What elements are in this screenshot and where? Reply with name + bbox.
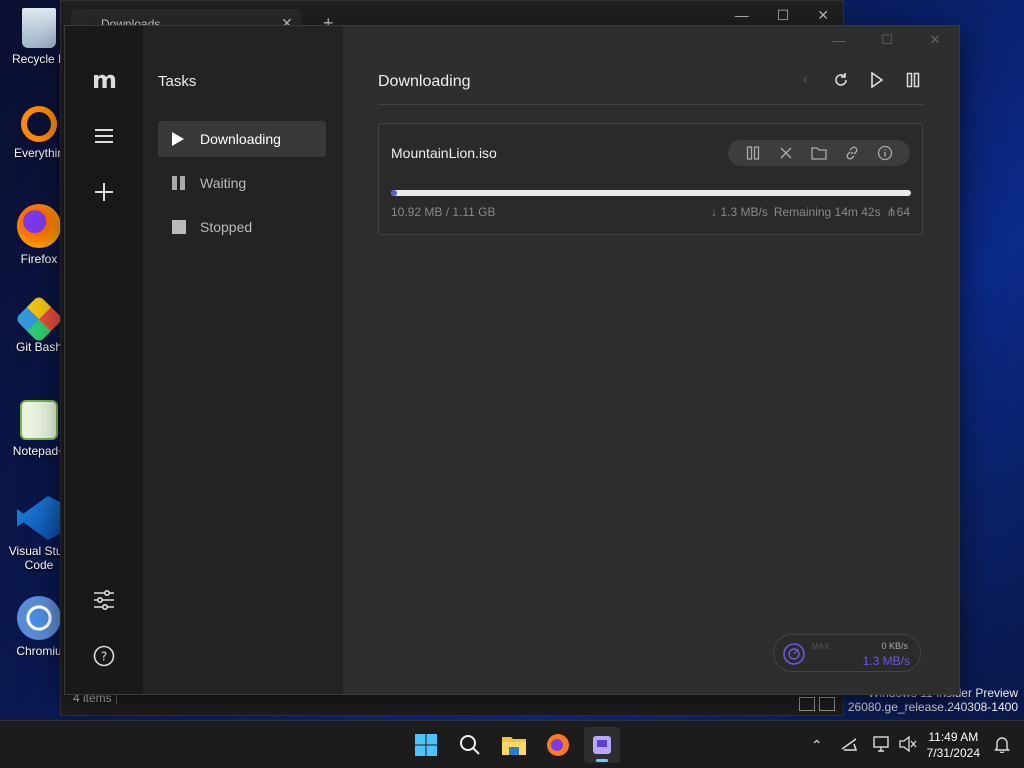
- sidebar-item-label: Waiting: [200, 175, 247, 191]
- sidebar-item-label: Downloading: [200, 131, 281, 147]
- view-toggle: [799, 697, 835, 711]
- tiles-view-icon[interactable]: [819, 697, 835, 711]
- play-icon: [172, 132, 186, 146]
- folder-icon[interactable]: [810, 144, 828, 162]
- preferences-icon[interactable]: [90, 586, 118, 614]
- menu-icon[interactable]: [90, 122, 118, 150]
- speed-meter[interactable]: MAX 0 KB/s 1.3 MB/s: [773, 634, 921, 672]
- chevron-left-icon[interactable]: ‹: [795, 70, 815, 90]
- pause-icon: [172, 176, 186, 190]
- taskbar-motrix[interactable]: [584, 727, 620, 763]
- task-item[interactable]: MountainLion.iso 10.92 MB / 1.11 GB ↓ 1.…: [378, 123, 923, 235]
- connections-icon: ⋔: [886, 205, 897, 219]
- maximize-icon[interactable]: ☐: [863, 26, 911, 54]
- chromium-icon: [17, 596, 61, 640]
- git-bash-icon: [14, 294, 64, 344]
- explorer-window-controls: — ☐ ✕: [735, 7, 829, 24]
- task-stats: ↓ 1.3 MB/s Remaining 14m 42s ⋔64: [711, 205, 910, 219]
- firefox-icon: [17, 204, 61, 248]
- tasks-sidebar: Tasks Downloading Waiting Stopped: [143, 26, 343, 694]
- sidebar-item-waiting[interactable]: Waiting: [158, 165, 326, 201]
- add-task-icon[interactable]: [90, 178, 118, 206]
- svg-text:?: ?: [101, 650, 107, 664]
- minimize-icon[interactable]: —: [735, 7, 749, 24]
- download-speed: ↓ 1.3 MB/s: [711, 205, 768, 219]
- taskbar: ⌃ 11:49 AM 7/31/2024: [0, 720, 1024, 768]
- link-icon[interactable]: [843, 144, 861, 162]
- monitor-icon[interactable]: [872, 735, 891, 755]
- stop-icon: [172, 220, 186, 234]
- motrix-window: m ? Tasks Downloading Waiting Stopped — …: [64, 25, 960, 695]
- maximize-icon[interactable]: ☐: [777, 7, 790, 24]
- speedometer-icon: [783, 643, 805, 665]
- sidebar-item-stopped[interactable]: Stopped: [158, 209, 326, 245]
- close-icon[interactable]: ✕: [911, 26, 959, 54]
- header-divider: [378, 104, 923, 105]
- minimize-icon[interactable]: —: [815, 26, 863, 54]
- motrix-logo-icon: m: [91, 66, 117, 94]
- everything-search-icon: [21, 106, 57, 142]
- task-size: 10.92 MB / 1.11 GB: [391, 205, 496, 219]
- speed-limit-label: MAX: [812, 642, 830, 651]
- task-toolbar: ‹: [795, 70, 923, 90]
- task-name: MountainLion.iso: [391, 145, 497, 161]
- resume-all-icon[interactable]: [867, 70, 887, 90]
- sidebar-title: Tasks: [158, 73, 197, 90]
- connections-value: 64: [896, 205, 910, 219]
- help-icon[interactable]: ?: [90, 642, 118, 670]
- system-clock[interactable]: 11:49 AM 7/31/2024: [927, 729, 980, 761]
- delete-task-icon[interactable]: [777, 144, 795, 162]
- chevron-up-icon[interactable]: ⌃: [811, 737, 823, 754]
- taskbar-apps: [408, 727, 620, 763]
- taskbar-firefox[interactable]: [540, 727, 576, 763]
- app-rail: m ?: [65, 26, 143, 694]
- pause-task-icon[interactable]: [744, 144, 762, 162]
- system-tray: ⌃ 11:49 AM 7/31/2024: [811, 721, 1024, 768]
- search-button[interactable]: [452, 727, 488, 763]
- pause-all-icon[interactable]: [903, 70, 923, 90]
- taskbar-file-explorer[interactable]: [496, 727, 532, 763]
- clock-time: 11:49 AM: [928, 730, 979, 744]
- upload-speed: 0 KB/s: [881, 641, 908, 651]
- firefox-icon: [547, 734, 569, 756]
- start-button[interactable]: [408, 727, 444, 763]
- motrix-app-icon: [593, 736, 611, 754]
- sidebar-item-label: Stopped: [200, 219, 253, 235]
- refresh-icon[interactable]: [831, 70, 851, 90]
- vscode-icon: [17, 496, 61, 540]
- clock-date: 7/31/2024: [926, 746, 980, 760]
- notepad-plus-icon: [20, 400, 58, 440]
- recycle-bin-icon: [22, 8, 56, 48]
- sidebar-item-downloading[interactable]: Downloading: [158, 121, 326, 157]
- progress-fill: [391, 190, 398, 196]
- main-panel: — ☐ ✕ Downloading ‹ MountainLion.iso 10.…: [343, 26, 959, 694]
- connections-count: ⋔64: [887, 205, 910, 219]
- window-controls: — ☐ ✕: [815, 26, 959, 54]
- search-icon: [460, 735, 480, 755]
- page-title: Downloading: [378, 73, 471, 90]
- download-speed-total: 1.3 MB/s: [862, 654, 910, 668]
- volume-muted-icon[interactable]: [898, 735, 917, 755]
- task-actions: [728, 140, 910, 166]
- file-explorer-icon: [502, 737, 526, 755]
- close-icon[interactable]: ✕: [817, 7, 829, 24]
- progress-bar: [391, 190, 911, 196]
- details-view-icon[interactable]: [799, 697, 815, 711]
- network-offline-icon[interactable]: [841, 737, 859, 754]
- notification-bell-icon[interactable]: [994, 735, 1010, 756]
- time-remaining: Remaining 14m 42s: [773, 205, 881, 219]
- windows-logo-icon: [415, 734, 437, 756]
- watermark-line: Build 26080.ge_release.240308-1400: [817, 700, 1018, 714]
- info-icon[interactable]: [876, 144, 894, 162]
